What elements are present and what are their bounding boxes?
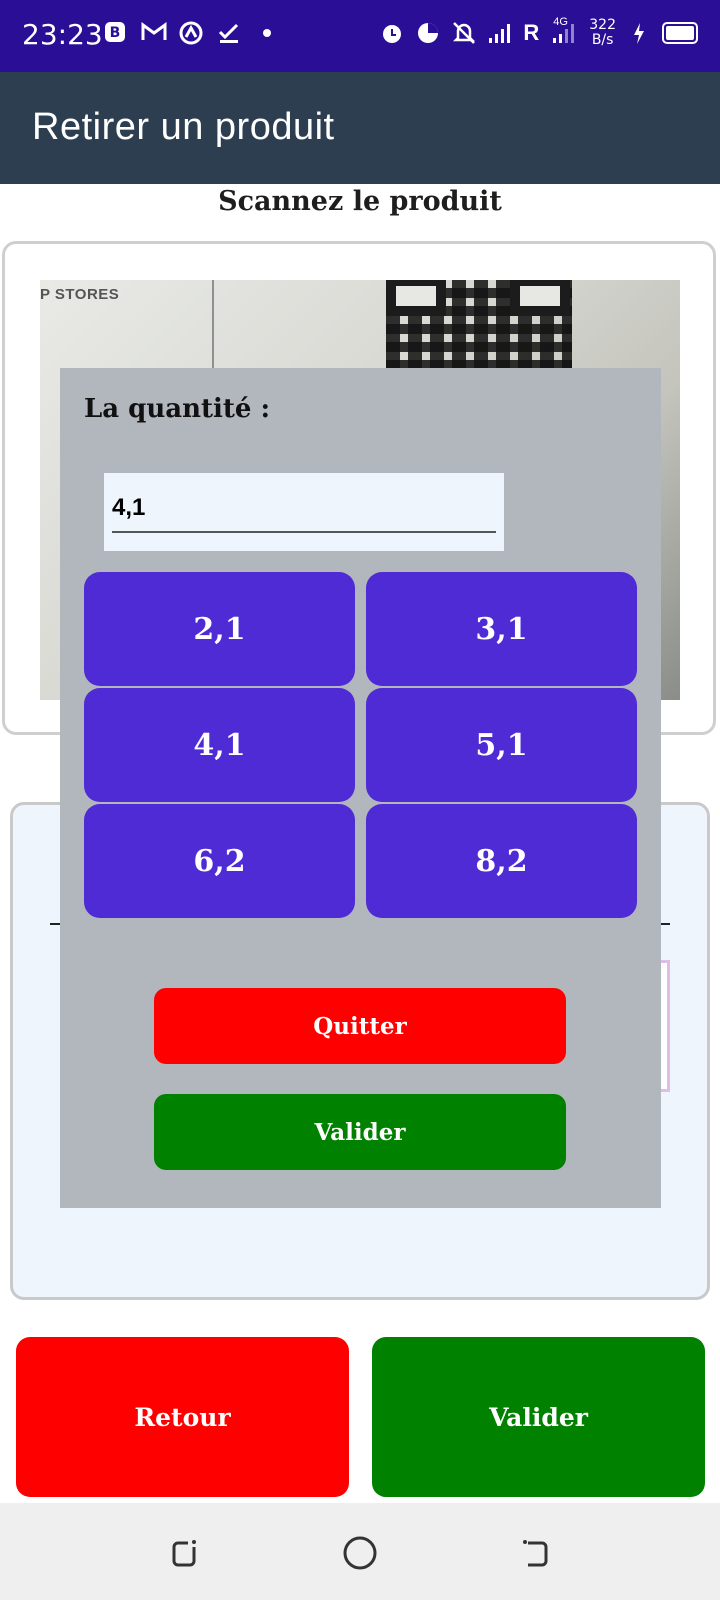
gmail-icon	[140, 20, 167, 46]
recent-apps-icon[interactable]	[164, 1533, 204, 1573]
network-type: 4G	[553, 16, 568, 28]
dialog-validate-button[interactable]: Valider	[154, 1094, 566, 1170]
check-icon	[216, 20, 242, 46]
b-app-icon: B	[102, 20, 128, 46]
status-bar: 23:23 B R 4G 322 B/s	[0, 0, 720, 72]
notification-icons: B	[102, 20, 280, 46]
roaming-indicator: R	[523, 20, 540, 45]
camera-text: P STORES	[40, 286, 120, 303]
preset-button-1[interactable]: 2,1	[84, 572, 355, 686]
system-icons: R 4G 322 B/s	[379, 16, 698, 48]
app-bar: Retirer un produit	[0, 72, 720, 184]
qr-finder-left	[386, 280, 446, 316]
data-saver-icon	[415, 20, 441, 46]
vpn-icon	[178, 20, 204, 46]
dot-icon	[254, 20, 280, 46]
quantity-input[interactable]	[112, 485, 496, 533]
alarm-icon	[379, 20, 405, 46]
network-speed: 322 B/s	[589, 18, 616, 48]
quantity-input-container	[104, 473, 504, 551]
svg-text:B: B	[110, 25, 121, 41]
mute-icon	[451, 20, 477, 46]
preset-button-4[interactable]: 5,1	[366, 688, 637, 802]
network-speed-value: 322	[589, 17, 616, 33]
validate-button[interactable]: Valider	[372, 1337, 705, 1497]
home-icon[interactable]	[340, 1533, 380, 1573]
quantity-dialog: La quantité : 2,1 3,1 4,1 5,1 6,2 8,2 Qu…	[60, 368, 661, 1208]
battery-icon	[662, 22, 698, 44]
signal-icon-2: 4G	[549, 16, 579, 46]
scanner-title: Scannez le produit	[218, 186, 502, 217]
quit-button[interactable]: Quitter	[154, 988, 566, 1064]
quantity-label: La quantité :	[84, 394, 271, 424]
back-icon[interactable]	[516, 1533, 556, 1573]
preset-button-2[interactable]: 3,1	[366, 572, 637, 686]
preset-button-5[interactable]: 6,2	[84, 804, 355, 918]
preset-button-6[interactable]: 8,2	[366, 804, 637, 918]
system-nav-bar	[0, 1503, 720, 1600]
charging-icon	[626, 20, 652, 46]
signal-icon	[487, 20, 513, 46]
preset-button-3[interactable]: 4,1	[84, 688, 355, 802]
network-speed-unit: B/s	[591, 32, 614, 48]
back-button[interactable]: Retour	[16, 1337, 349, 1497]
qr-finder-right	[510, 280, 570, 316]
page-title: Retirer un produit	[32, 106, 335, 148]
status-time: 23:23	[22, 18, 103, 51]
